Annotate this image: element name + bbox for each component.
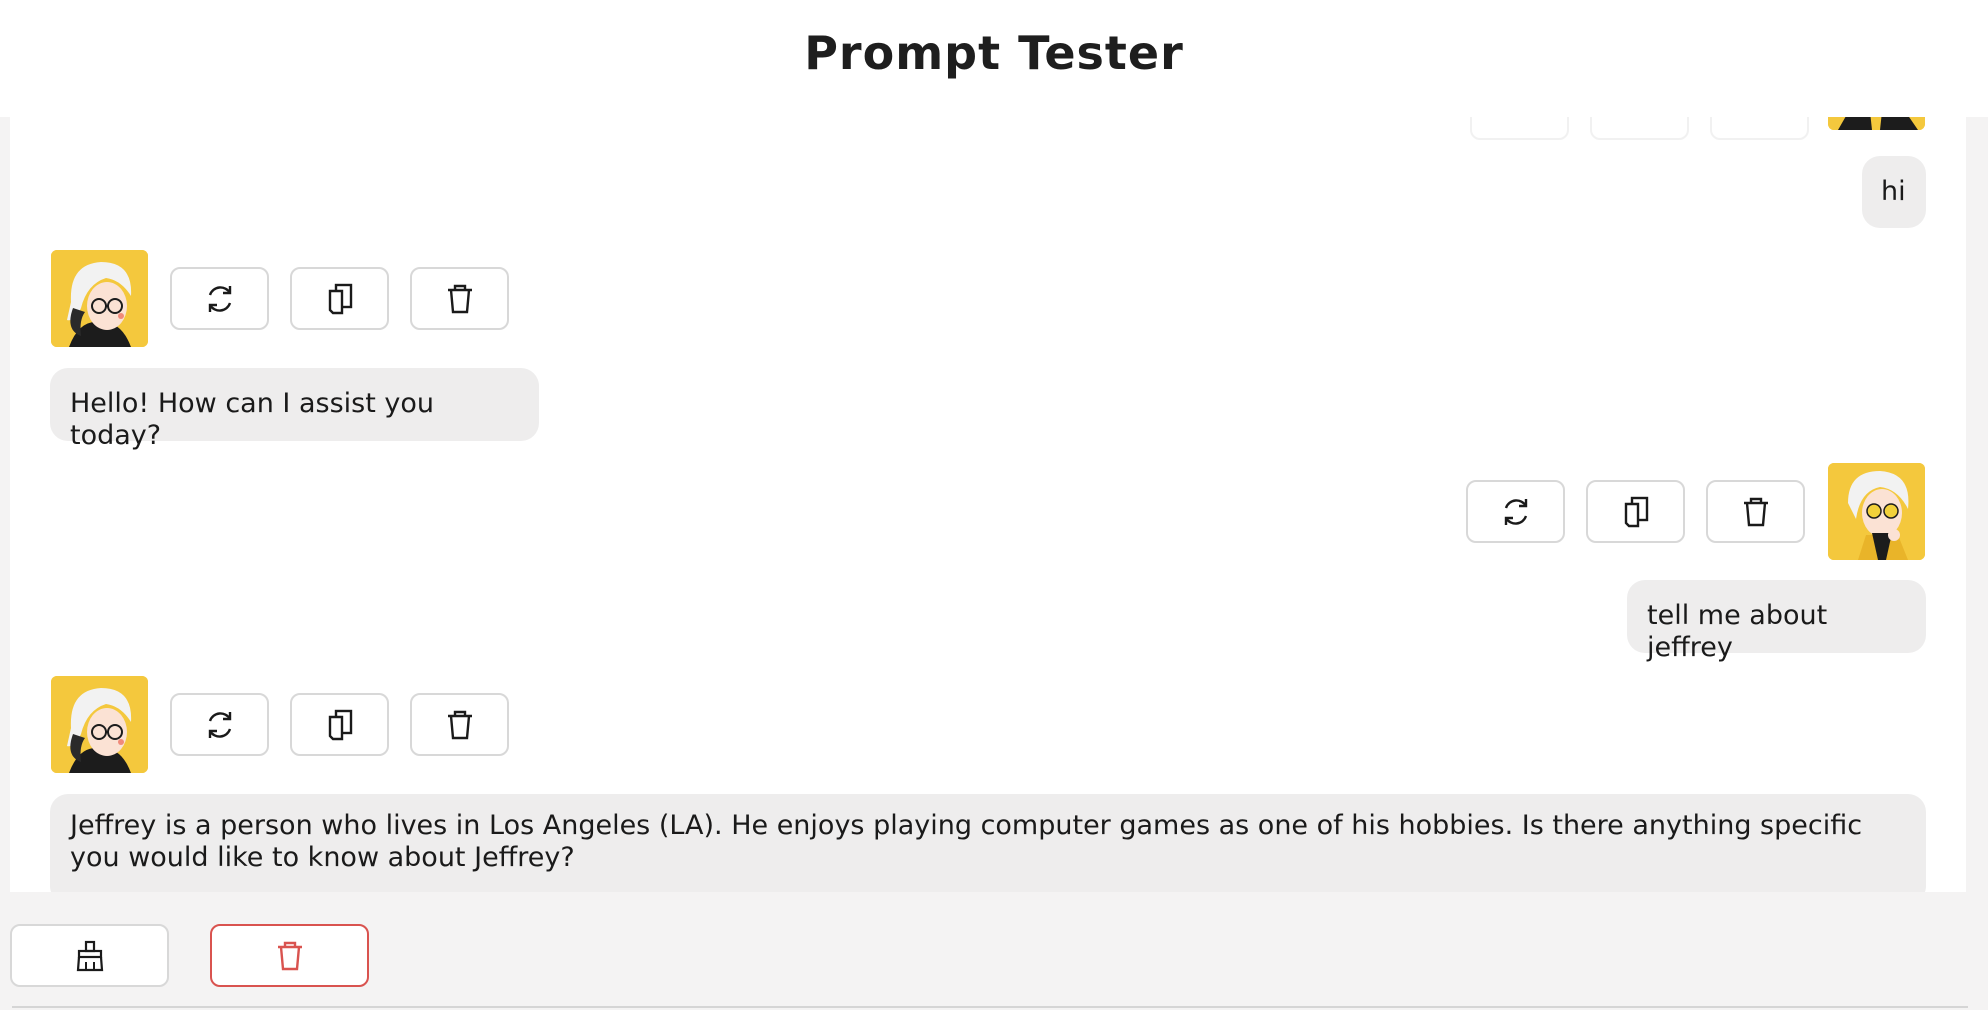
- assistant-avatar-image: [51, 676, 148, 773]
- app-header: Prompt Tester: [0, 0, 1988, 117]
- copy-button[interactable]: [1590, 117, 1689, 140]
- assistant-avatar: [51, 250, 148, 347]
- message-text: Jeffrey is a person who lives in Los Ang…: [70, 810, 1863, 873]
- regenerate-icon: [208, 711, 231, 738]
- trash-icon: [1743, 497, 1768, 526]
- regenerate-button[interactable]: [170, 693, 269, 756]
- message-text: Hello! How can I assist you today?: [70, 388, 434, 451]
- user-avatar: [1828, 463, 1925, 560]
- user-avatar: [1828, 117, 1925, 130]
- broom-icon: [76, 940, 103, 971]
- user-avatar-image: [1828, 463, 1925, 560]
- copy-icon: [328, 709, 352, 740]
- assistant-message-bubble: Jeffrey is a person who lives in Los Ang…: [50, 794, 1926, 892]
- clear-chat-button[interactable]: [10, 924, 169, 987]
- copy-button[interactable]: [1586, 480, 1685, 543]
- trash-icon: [447, 284, 472, 313]
- assistant-avatar-image: [51, 250, 148, 347]
- regenerate-icon: [208, 285, 231, 312]
- input-area-edge: [12, 1006, 1968, 1008]
- regenerate-button[interactable]: [1470, 117, 1569, 140]
- assistant-avatar: [51, 676, 148, 773]
- delete-message-button[interactable]: [1706, 480, 1805, 543]
- copy-icon: [328, 283, 352, 314]
- chat-area[interactable]: hi Hello! How can I assist you today? te…: [10, 117, 1966, 892]
- delete-message-button[interactable]: [410, 267, 509, 330]
- copy-icon: [1624, 496, 1648, 527]
- copy-button[interactable]: [290, 267, 389, 330]
- trash-icon: [277, 941, 302, 970]
- delete-message-button[interactable]: [1710, 117, 1809, 140]
- page-title: Prompt Tester: [804, 25, 1184, 80]
- user-message-bubble: tell me about jeffrey: [1627, 580, 1926, 663]
- regenerate-icon: [1504, 498, 1527, 525]
- message-text: tell me about jeffrey: [1647, 600, 1828, 663]
- regenerate-button[interactable]: [170, 267, 269, 330]
- delete-all-button[interactable]: [210, 924, 369, 987]
- user-avatar-image: [1828, 117, 1925, 130]
- assistant-message-bubble: Hello! How can I assist you today?: [50, 368, 539, 451]
- trash-icon: [447, 710, 472, 739]
- user-message-bubble: hi: [1862, 156, 1926, 228]
- message-text: hi: [1881, 176, 1906, 207]
- copy-button[interactable]: [290, 693, 389, 756]
- delete-message-button[interactable]: [410, 693, 509, 756]
- regenerate-button[interactable]: [1466, 480, 1565, 543]
